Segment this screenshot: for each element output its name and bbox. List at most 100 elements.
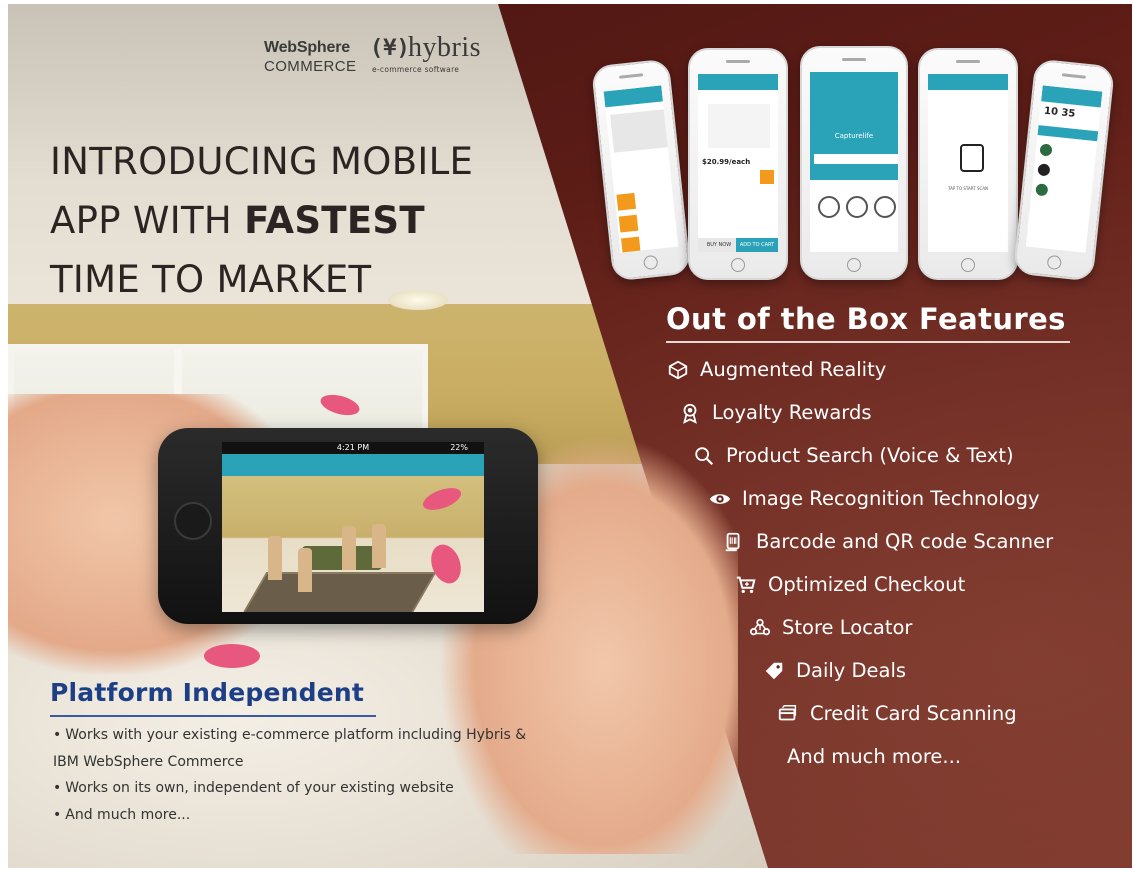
tag-icon bbox=[760, 660, 788, 682]
platform-underline bbox=[50, 715, 376, 717]
phone-product: $20.99/each BUY NOW ADD TO CART bbox=[688, 48, 788, 280]
barcode-icon bbox=[846, 196, 868, 218]
home-button bbox=[174, 502, 212, 540]
phone-screen: Capturelife bbox=[810, 72, 898, 252]
coupon-badge bbox=[618, 214, 639, 233]
phone-screen: 10 35 bbox=[1025, 85, 1103, 253]
phone-speaker bbox=[842, 58, 866, 61]
brand-logo bbox=[1035, 183, 1049, 197]
app-bar bbox=[698, 74, 778, 90]
feature-label: Product Search (Voice & Text) bbox=[726, 444, 1014, 467]
status-battery: 22% bbox=[450, 443, 468, 452]
headline-line3: TIME TO MARKET bbox=[50, 258, 372, 301]
hybris-logo-sub: e-commerce software bbox=[372, 65, 460, 74]
platform-title: Platform Independent bbox=[50, 678, 365, 707]
app-bar bbox=[603, 85, 663, 108]
held-phone-screen: 4:21 PM 22% bbox=[222, 442, 484, 612]
feature-image-recognition: Image Recognition Technology bbox=[706, 487, 1040, 510]
phone-home: Capturelife bbox=[800, 46, 908, 280]
share-button bbox=[760, 170, 774, 184]
coupon-badge bbox=[621, 236, 641, 253]
phone-speaker bbox=[726, 60, 750, 63]
feature-more: And much more... bbox=[787, 745, 961, 768]
feature-label: Barcode and QR code Scanner bbox=[756, 530, 1054, 553]
phone-speaker bbox=[956, 60, 980, 63]
websphere-logo-line2: COMMERCE bbox=[264, 58, 357, 75]
phone-scanner: TAP TO START SCAN bbox=[918, 48, 1018, 280]
phone-screen bbox=[603, 85, 679, 253]
tab-bar bbox=[1037, 125, 1099, 142]
brand-name: Capturelife bbox=[834, 132, 874, 140]
ad-canvas: WebSphere COMMERCE (¥) hybris e-commerce… bbox=[8, 4, 1132, 868]
feature-optimized-checkout: Optimized Checkout bbox=[732, 573, 965, 596]
brand-logo bbox=[1037, 163, 1051, 177]
barcode-scanner-icon bbox=[720, 531, 748, 553]
ar-chair bbox=[298, 548, 312, 592]
cart-icon bbox=[732, 574, 760, 596]
scan-icon bbox=[818, 196, 840, 218]
promo-banner bbox=[610, 109, 668, 153]
locator-icon bbox=[874, 196, 896, 218]
feature-label: Optimized Checkout bbox=[768, 573, 966, 596]
search-icon bbox=[690, 445, 718, 467]
scan-frame-icon bbox=[960, 144, 984, 172]
platform-list: Works with your existing e-commerce plat… bbox=[53, 722, 573, 828]
headline-line2-bold: FASTEST bbox=[244, 199, 425, 242]
feature-label: Daily Deals bbox=[796, 659, 907, 682]
feature-label: Loyalty Rewards bbox=[712, 401, 872, 424]
headline-line2: APP WITH FASTEST bbox=[50, 191, 473, 250]
phone-home-button bbox=[1046, 254, 1062, 271]
hybris-logo-name: hybris bbox=[408, 32, 481, 63]
phone-speaker bbox=[1061, 73, 1086, 79]
phone-home-button bbox=[731, 258, 745, 272]
websphere-logo: WebSphere COMMERCE bbox=[264, 38, 356, 76]
credit-card-icon bbox=[774, 703, 802, 725]
app-bar bbox=[1041, 85, 1103, 108]
feature-daily-deals: Daily Deals bbox=[760, 659, 906, 682]
feature-loyalty-rewards: Loyalty Rewards bbox=[676, 401, 872, 424]
coupon-badge bbox=[616, 192, 637, 211]
phone-speaker bbox=[619, 73, 644, 79]
search-bar bbox=[814, 154, 898, 164]
feature-product-search: Product Search (Voice & Text) bbox=[690, 444, 1014, 467]
websphere-logo-line1: WebSphere bbox=[264, 39, 350, 56]
add-to-cart-button: ADD TO CART bbox=[736, 238, 778, 252]
status-time: 4:21 PM bbox=[336, 443, 370, 452]
fingernail bbox=[204, 644, 260, 668]
headline-line2-prefix: APP WITH bbox=[50, 199, 245, 242]
feature-barcode-scanner: Barcode and QR code Scanner bbox=[720, 530, 1053, 553]
phone-home-button bbox=[847, 258, 861, 272]
eye-icon bbox=[706, 488, 734, 510]
phone-screen: TAP TO START SCAN bbox=[928, 74, 1008, 252]
ar-chair bbox=[342, 526, 356, 570]
feature-credit-card-scanning: Credit Card Scanning bbox=[774, 702, 1017, 725]
cube-icon bbox=[664, 359, 692, 381]
feature-store-locator: Store Locator bbox=[746, 616, 912, 639]
platform-bullet: Works with your existing e-commerce plat… bbox=[53, 722, 573, 749]
phone-screen: $20.99/each BUY NOW ADD TO CART bbox=[698, 74, 778, 252]
app-bar bbox=[222, 454, 484, 476]
product-image bbox=[708, 104, 770, 148]
feature-label: Store Locator bbox=[782, 616, 913, 639]
feature-label: Image Recognition Technology bbox=[742, 487, 1040, 510]
headline: INTRODUCING MOBILE APP WITH FASTEST TIME… bbox=[50, 132, 473, 309]
held-phone: 4:21 PM 22% bbox=[158, 428, 538, 624]
features-underline bbox=[666, 341, 1070, 343]
scan-caption: TAP TO START SCAN bbox=[947, 186, 989, 191]
product-price: $20.99/each bbox=[702, 158, 751, 166]
ar-chair bbox=[268, 536, 282, 580]
phone-home-button bbox=[643, 254, 659, 271]
ar-chair bbox=[372, 524, 386, 568]
platform-bullet: And much more... bbox=[53, 802, 573, 829]
platform-bullet: Works on its own, independent of your ex… bbox=[53, 775, 573, 802]
phone-home-button bbox=[961, 258, 975, 272]
loyalty-time: 10 35 bbox=[1043, 105, 1076, 120]
feature-augmented-reality: Augmented Reality bbox=[664, 358, 886, 381]
feature-label: Credit Card Scanning bbox=[810, 702, 1017, 725]
hybris-logo-mark: (¥) bbox=[370, 36, 410, 61]
feature-label: Augmented Reality bbox=[700, 358, 887, 381]
status-bar: 4:21 PM 22% bbox=[222, 442, 484, 454]
platform-bullet-continued: IBM WebSphere Commerce bbox=[53, 753, 244, 770]
features-title: Out of the Box Features bbox=[666, 302, 1066, 336]
store-locator-icon bbox=[746, 617, 774, 639]
